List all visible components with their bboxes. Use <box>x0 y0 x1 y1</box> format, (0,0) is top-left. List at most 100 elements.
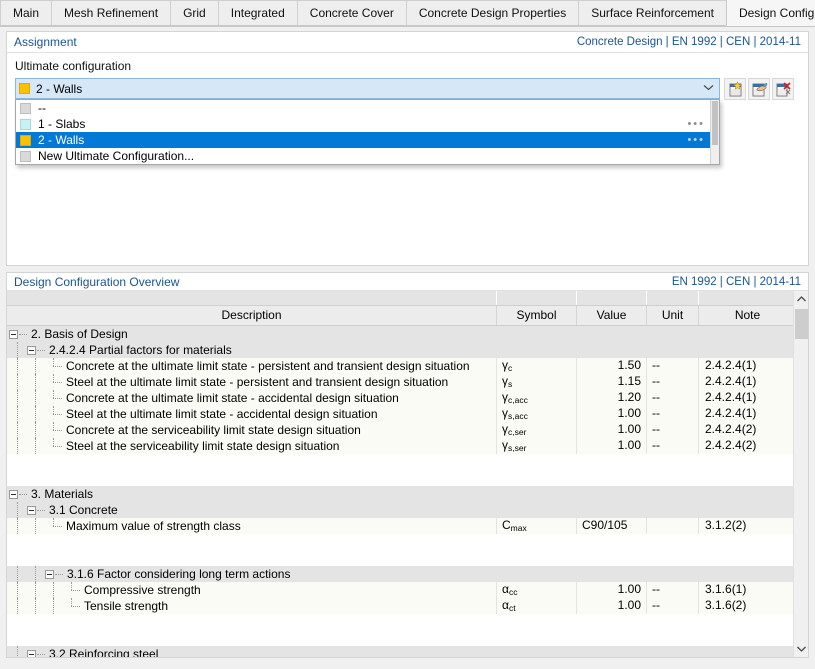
tree-guide <box>9 342 27 358</box>
grid-group-row[interactable]: 3.1.6 Factor considering long term actio… <box>7 566 793 582</box>
grid-group-row[interactable]: 3. Materials <box>7 486 793 502</box>
grid-data-row[interactable]: Concrete at the ultimate limit state - p… <box>7 358 793 374</box>
grid-data-row[interactable]: Compressive strengthαcc1.00--3.1.6(1) <box>7 582 793 598</box>
cell-description: 2. Basis of Design <box>7 326 497 342</box>
column-header-description[interactable]: Description <box>7 306 497 325</box>
cell-value[interactable]: 1.15 <box>577 374 647 390</box>
tree-collapse-toggle[interactable] <box>27 346 36 355</box>
grid-group-row[interactable]: 3.1 Concrete <box>7 502 793 518</box>
tree-connector <box>63 598 81 614</box>
grid-data-row[interactable]: Steel at the ultimate limit state - acci… <box>7 406 793 422</box>
edit-configuration-button[interactable] <box>748 78 770 100</box>
spacer-cell <box>699 470 793 486</box>
cell-symbol <box>497 646 577 657</box>
column-header-symbol[interactable]: Symbol <box>497 306 577 325</box>
cell-note <box>699 486 793 502</box>
cell-note <box>699 566 793 582</box>
scroll-down-icon[interactable] <box>794 641 809 657</box>
dropdown-scrollbar-thumb[interactable] <box>712 101 718 145</box>
grid-data-row[interactable]: Maximum value of strength classCmaxC90/1… <box>7 518 793 534</box>
tree-connector <box>45 374 63 390</box>
cell-note: 3.1.6(2) <box>699 598 793 614</box>
grid-group-row[interactable]: 2.4.2.4 Partial factors for materials <box>7 342 793 358</box>
cell-value[interactable]: 1.00 <box>577 422 647 438</box>
row-description: Steel at the ultimate limit state - acci… <box>63 407 378 422</box>
cell-unit <box>647 566 699 582</box>
overview-vertical-scrollbar[interactable] <box>793 291 808 657</box>
assignment-panel: Assignment Concrete Design | EN 1992 | C… <box>6 31 809 266</box>
assignment-standard-meta: Concrete Design | EN 1992 | CEN | 2014-1… <box>577 36 801 48</box>
delete-configuration-button[interactable] <box>772 78 794 100</box>
new-configuration-button[interactable] <box>724 78 746 100</box>
cell-value[interactable]: 1.00 <box>577 406 647 422</box>
configuration-dropdown-list[interactable]: --1 - Slabs•••2 - Walls•••New Ultimate C… <box>15 99 720 165</box>
column-header-note[interactable]: Note <box>699 306 793 325</box>
cell-description: Concrete at the ultimate limit state - a… <box>7 390 497 406</box>
tab-grid[interactable]: Grid <box>170 0 219 26</box>
grid-spacer-row <box>7 630 793 646</box>
row-description: 3. Materials <box>28 487 93 502</box>
tree-collapse-toggle[interactable] <box>27 506 36 515</box>
grid-group-row[interactable]: 3.2 Reinforcing steel <box>7 646 793 657</box>
dropdown-item[interactable]: -- <box>16 100 719 116</box>
spacer-cell <box>497 454 577 470</box>
column-header-unit[interactable]: Unit <box>647 306 699 325</box>
scroll-up-icon[interactable] <box>794 291 809 307</box>
tree-collapse-toggle[interactable] <box>45 570 54 579</box>
column-header-value[interactable]: Value <box>577 306 647 325</box>
cell-value[interactable]: 1.20 <box>577 390 647 406</box>
tab-surface-reinforcement[interactable]: Surface Reinforcement <box>578 0 727 26</box>
grid-data-row[interactable]: Tensile strengthαct1.00--3.1.6(2) <box>7 598 793 614</box>
cell-value[interactable]: 1.00 <box>577 438 647 454</box>
spacer-cell <box>577 630 647 646</box>
dropdown-item-more-icon[interactable]: ••• <box>687 135 705 146</box>
dropdown-scrollbar[interactable] <box>710 100 719 164</box>
tab-concrete-design-properties[interactable]: Concrete Design Properties <box>406 0 579 26</box>
cell-value[interactable]: 1.00 <box>577 582 647 598</box>
cell-note: 2.4.2.4(1) <box>699 390 793 406</box>
tree-collapse-toggle[interactable] <box>9 490 18 499</box>
tab-concrete-cover[interactable]: Concrete Cover <box>297 0 407 26</box>
cell-symbol: γs,acc <box>497 406 577 422</box>
grid-data-row[interactable]: Concrete at the ultimate limit state - a… <box>7 390 793 406</box>
tree-connector <box>45 390 63 406</box>
tree-guide <box>27 422 45 438</box>
cell-value[interactable] <box>577 646 647 657</box>
chevron-down-icon[interactable] <box>701 83 715 94</box>
grid-data-row[interactable]: Concrete at the serviceability limit sta… <box>7 422 793 438</box>
tree-connector <box>45 518 63 534</box>
ultimate-configuration-combobox[interactable]: 2 - Walls <box>15 78 720 99</box>
row-description: 3.2 Reinforcing steel <box>46 647 158 657</box>
tab-mesh-refinement[interactable]: Mesh Refinement <box>51 0 171 26</box>
cell-value[interactable]: C90/105 <box>577 518 647 534</box>
header-spacer-description <box>7 291 497 305</box>
cell-description: 3.1.6 Factor considering long term actio… <box>7 566 497 582</box>
tab-design-configurations[interactable]: Design Configurations <box>726 0 815 26</box>
cell-value[interactable] <box>577 566 647 582</box>
dropdown-item[interactable]: 1 - Slabs••• <box>16 116 719 132</box>
dropdown-item[interactable]: New Ultimate Configuration... <box>16 148 719 164</box>
cell-description: Steel at the serviceability limit state … <box>7 438 497 454</box>
cell-description: 2.4.2.4 Partial factors for materials <box>7 342 497 358</box>
dropdown-item-more-icon[interactable]: ••• <box>687 119 705 130</box>
tab-integrated[interactable]: Integrated <box>218 0 298 26</box>
scrollbar-track[interactable] <box>794 307 809 641</box>
cell-value[interactable] <box>577 486 647 502</box>
cell-value[interactable]: 1.00 <box>577 598 647 614</box>
design-configuration-overview-panel: Design Configuration Overview EN 1992 | … <box>6 272 809 658</box>
tree-collapse-toggle[interactable] <box>27 650 36 657</box>
assignment-panel-header: Assignment Concrete Design | EN 1992 | C… <box>7 32 808 53</box>
cell-description: Steel at the ultimate limit state - pers… <box>7 374 497 390</box>
configuration-color-swatch <box>20 151 31 162</box>
cell-value[interactable] <box>577 342 647 358</box>
grid-group-row[interactable]: 2. Basis of Design <box>7 326 793 342</box>
cell-value[interactable] <box>577 326 647 342</box>
cell-value[interactable]: 1.50 <box>577 358 647 374</box>
tree-collapse-toggle[interactable] <box>9 330 18 339</box>
tab-main[interactable]: Main <box>0 0 52 26</box>
grid-data-row[interactable]: Steel at the serviceability limit state … <box>7 438 793 454</box>
dropdown-item[interactable]: 2 - Walls••• <box>16 132 719 148</box>
grid-data-row[interactable]: Steel at the ultimate limit state - pers… <box>7 374 793 390</box>
scrollbar-thumb[interactable] <box>795 309 808 339</box>
cell-value[interactable] <box>577 502 647 518</box>
